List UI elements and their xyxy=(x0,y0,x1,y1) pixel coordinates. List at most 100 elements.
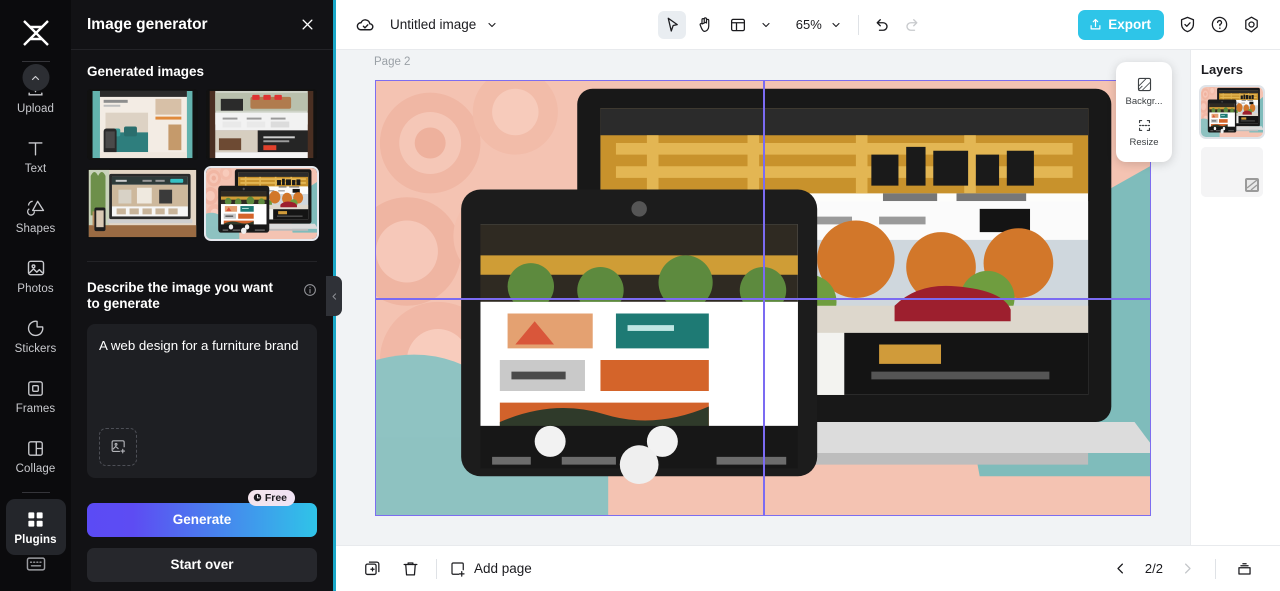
sidebar-item-label: Photos xyxy=(17,283,54,295)
layout-chevron-down-icon[interactable] xyxy=(752,11,780,39)
top-toolbar: Untitled image 65% Export xyxy=(336,0,1280,50)
background-menu-label: Backgr... xyxy=(1125,96,1163,107)
zoom-chevron-down-icon[interactable] xyxy=(822,11,850,39)
left-rail: Upload Text Shapes Photos Stickers Frame… xyxy=(0,0,71,591)
sidebar-item-frames[interactable]: Frames xyxy=(6,368,66,424)
sidebar-item-plugins[interactable]: Plugins xyxy=(5,499,66,555)
prompt-label-row: Describe the image you want to generate xyxy=(87,280,317,312)
canvas-stage[interactable]: Page 2 Backgr... Resize xyxy=(336,50,1190,545)
rail-divider-top xyxy=(21,61,50,62)
page-navigator: 2/2 xyxy=(1107,555,1201,583)
export-label: Export xyxy=(1108,17,1151,32)
sidebar-item-collage[interactable]: Collage xyxy=(6,428,66,484)
next-page-button[interactable] xyxy=(1173,555,1201,583)
resize-menu-item[interactable]: Resize xyxy=(1116,112,1172,153)
bottom-divider xyxy=(436,558,437,579)
generated-image-2[interactable] xyxy=(206,89,317,160)
page-label: Page 2 xyxy=(374,56,411,68)
generated-images-grid xyxy=(87,89,319,241)
free-badge: Free xyxy=(247,489,295,506)
floating-context-menu: Backgr... Resize xyxy=(1116,62,1172,162)
question-circle-icon[interactable] xyxy=(1205,11,1233,39)
select-tool[interactable] xyxy=(657,10,686,39)
photos-icon xyxy=(25,257,47,279)
panel-collapse-handle[interactable] xyxy=(326,276,342,316)
undo-button[interactable] xyxy=(867,11,895,39)
frames-icon xyxy=(25,377,47,399)
main-area: Untitled image 65% Export Page 2 Backgr.… xyxy=(336,0,1280,591)
add-page-label: Add page xyxy=(474,561,532,576)
pager-divider xyxy=(1215,558,1216,579)
sidebar-item-label: Frames xyxy=(15,403,56,415)
chevron-right-icon xyxy=(1184,563,1191,574)
keyboard-icon[interactable] xyxy=(21,551,51,577)
cloud-saved-icon[interactable] xyxy=(351,11,379,39)
image-generator-panel: Image generator Generated images Describ… xyxy=(71,0,342,591)
redo-icon xyxy=(906,18,918,31)
layers-panel: Layers xyxy=(1190,50,1280,545)
canvas-area: Page 2 Backgr... Resize Layers xyxy=(336,50,1280,545)
panel-title: Image generator xyxy=(87,15,208,33)
pages-grid-icon[interactable] xyxy=(1230,555,1258,583)
resize-icon xyxy=(1136,117,1153,134)
add-page-icon xyxy=(449,560,467,578)
prompt-label: Describe the image you want to generate xyxy=(87,280,274,311)
bottom-toolbar: Add page 2/2 xyxy=(336,545,1280,591)
plugins-icon xyxy=(25,508,47,530)
generated-images-title: Generated images xyxy=(87,64,205,79)
prompt-value: A web design for a furniture brand xyxy=(99,337,299,353)
guide-horizontal xyxy=(376,298,1150,300)
info-icon[interactable] xyxy=(303,283,317,302)
clock-icon xyxy=(253,494,262,502)
generate-button[interactable]: Generate xyxy=(87,502,317,537)
capcut-logo-icon[interactable] xyxy=(14,13,58,53)
artboard[interactable] xyxy=(375,80,1151,516)
document-title[interactable]: Untitled image xyxy=(390,17,476,32)
sidebar-item-label: Upload xyxy=(16,103,55,115)
prev-page-button[interactable] xyxy=(1107,555,1135,583)
layout-tool[interactable] xyxy=(724,11,752,39)
generated-image-3[interactable] xyxy=(87,168,198,239)
sidebar-item-label: Text xyxy=(24,163,47,175)
chevron-up-icon xyxy=(31,75,40,80)
hand-tool[interactable] xyxy=(691,11,719,39)
app-root: Upload Text Shapes Photos Stickers Frame… xyxy=(0,0,1280,591)
layer-background[interactable] xyxy=(1201,147,1263,197)
redo-button[interactable] xyxy=(899,11,927,39)
chevron-down-icon[interactable] xyxy=(478,11,506,39)
panel-body: Generated images Describe the image you … xyxy=(71,50,333,582)
resize-menu-label: Resize xyxy=(1129,137,1159,148)
sidebar-item-photos[interactable]: Photos xyxy=(6,248,66,304)
panel-header: Image generator xyxy=(71,0,333,50)
background-menu-item[interactable]: Backgr... xyxy=(1116,71,1172,112)
rail-scroll-up-button[interactable] xyxy=(22,64,49,91)
start-over-button[interactable]: Start over xyxy=(87,547,317,582)
close-icon[interactable] xyxy=(297,15,317,35)
chevron-left-icon xyxy=(332,292,336,300)
layer-image[interactable] xyxy=(1199,85,1265,139)
export-button[interactable]: Export xyxy=(1078,9,1164,40)
duplicate-page-icon[interactable] xyxy=(358,555,386,583)
gear-icon[interactable] xyxy=(1237,11,1265,39)
share-icon xyxy=(1088,17,1103,32)
undo-icon xyxy=(876,18,888,31)
sidebar-item-label: Plugins xyxy=(14,534,57,546)
generated-image-4[interactable] xyxy=(204,166,319,241)
panel-divider xyxy=(87,261,317,262)
prompt-input[interactable]: A web design for a furniture brand xyxy=(87,323,317,478)
page-indicator: 2/2 xyxy=(1144,561,1163,576)
shapes-icon xyxy=(25,197,47,219)
layers-title: Layers xyxy=(1201,62,1243,77)
sidebar-item-stickers[interactable]: Stickers xyxy=(6,308,66,364)
add-image-icon[interactable] xyxy=(99,427,137,466)
delete-page-icon[interactable] xyxy=(396,555,424,583)
shield-check-icon[interactable] xyxy=(1173,11,1201,39)
generated-image-1[interactable] xyxy=(87,89,198,160)
sidebar-item-text[interactable]: Text xyxy=(6,128,66,184)
text-icon xyxy=(25,137,47,159)
sidebar-item-shapes[interactable]: Shapes xyxy=(6,188,66,244)
add-page-button[interactable]: Add page xyxy=(449,560,532,578)
chevron-left-icon xyxy=(1117,563,1124,574)
zoom-level[interactable]: 65% xyxy=(796,17,822,32)
stickers-icon xyxy=(25,317,47,339)
